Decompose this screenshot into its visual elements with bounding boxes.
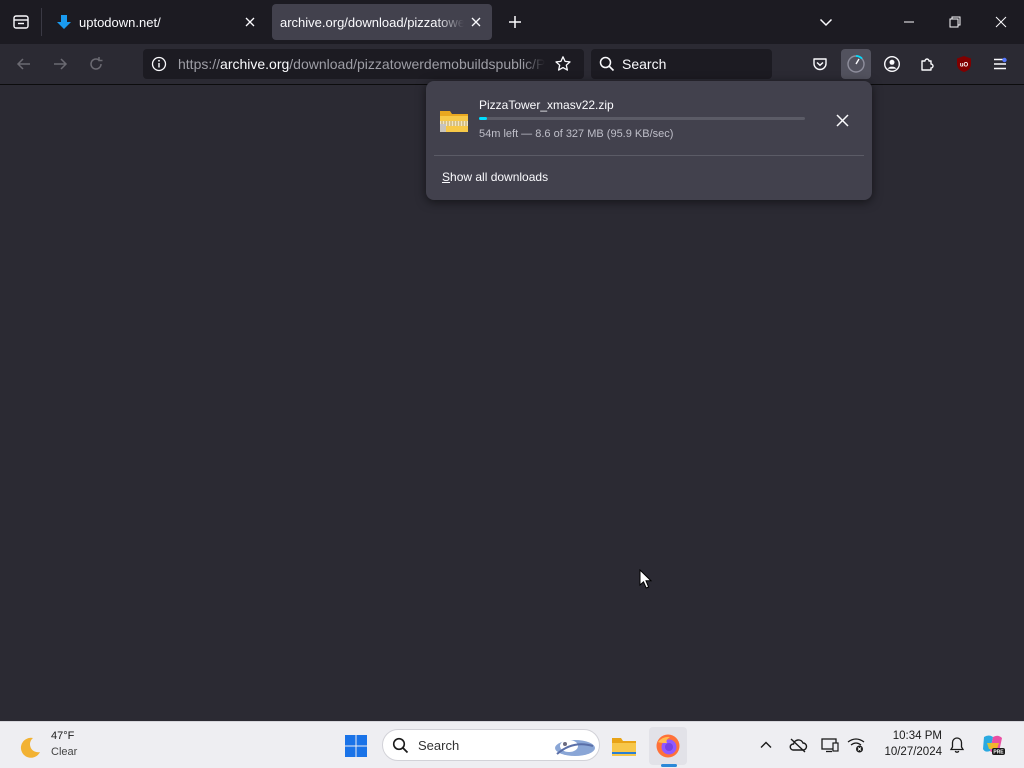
weather-widget[interactable]: 47°F Clear [18,729,108,763]
restore-icon [949,16,961,28]
clock[interactable]: 10:34 PM 10/27/2024 [872,728,942,760]
search-icon [392,737,409,754]
notifications-button[interactable] [946,734,968,756]
search-bar[interactable]: Search [591,49,772,79]
download-filename: PizzaTower_xmasv22.zip [479,98,614,112]
uptodown-favicon [56,14,72,30]
url-path: /download/pizzatowerdemobuildspublic/Piz… [289,56,545,72]
weather-temperature: 47°F [51,730,75,742]
close-window-button[interactable] [978,0,1024,44]
tab-title: uptodown.net/ [79,14,161,30]
restore-button[interactable] [932,0,978,44]
firefox-taskbar-button[interactable] [649,727,687,765]
bell-icon [949,737,965,753]
display-tray-icon[interactable] [819,734,841,756]
moon-icon [20,737,40,758]
back-button[interactable] [9,49,39,79]
svg-text:PRE: PRE [993,750,1004,756]
minimize-icon [904,21,914,23]
navigation-toolbar: https://archive.org/download/pizzatowerd… [0,44,1024,85]
downloads-button[interactable] [841,49,871,79]
pocket-icon [813,58,827,71]
tab-close-icon[interactable] [464,10,488,34]
download-progress-bar [479,117,805,120]
zip-folder-icon [440,111,468,132]
access-key-letter: S [442,170,451,184]
tab-close-icon[interactable] [238,10,262,34]
cloud-off-icon [789,738,808,753]
panel-divider [434,155,864,156]
new-tab-button[interactable] [502,8,528,36]
firefox-icon [656,734,680,758]
reload-icon [90,57,103,70]
url-domain: archive.org [220,56,290,72]
clock-date: 10/27/2024 [884,746,942,758]
clock-time: 10:34 PM [892,730,942,742]
cancel-download-button[interactable] [830,108,854,132]
windows-taskbar: 47°F Clear Search 10:34 PM 10/27/2024 PR… [0,721,1024,768]
network-disconnected-icon [847,738,865,753]
firefox-view-icon [13,15,29,29]
download-progress-fill [479,117,488,120]
back-arrow-icon [16,58,30,70]
copilot-icon: PRE [983,735,1005,756]
copilot-button[interactable]: PRE [979,734,1007,756]
firefox-view-button[interactable] [0,0,42,44]
close-icon [995,16,1007,28]
tab-uptodown[interactable]: uptodown.net/ [48,4,266,40]
ublock-shield-icon: uO [957,56,971,72]
downloads-panel: PizzaTower_xmasv22.zip 54m left — 8.6 of… [426,81,872,200]
search-highlight-illustration [555,740,595,756]
account-button[interactable] [877,49,907,79]
puzzle-icon [921,58,934,71]
bookmark-star-icon[interactable] [554,55,572,73]
taskbar-search-label: Search [418,738,460,753]
network-tray-icon[interactable] [845,734,867,756]
download-item[interactable]: PizzaTower_xmasv22.zip 54m left — 8.6 of… [434,89,864,151]
url-text[interactable]: https://archive.org/download/pizzatowerd… [178,56,545,72]
search-placeholder: Search [622,56,667,72]
extensions-button[interactable] [913,49,943,79]
account-icon [883,55,901,73]
download-status: 54m left — 8.6 of 327 MB (95.9 KB/sec) [479,128,674,140]
ublock-origin-button[interactable]: uO [949,49,979,79]
hamburger-menu-icon [994,57,1007,70]
onedrive-tray-icon[interactable] [787,734,809,756]
tab-archive[interactable]: archive.org/download/pizzatowerdemobuild… [272,4,492,40]
close-icon [835,113,849,127]
plus-icon [509,16,521,28]
weather-condition: Clear [51,746,78,758]
taskbar-search[interactable]: Search [382,729,600,761]
search-icon [599,56,615,72]
file-explorer-taskbar-button[interactable] [605,727,643,765]
chevron-down-icon [819,18,833,27]
forward-arrow-icon [54,58,68,70]
start-button[interactable] [337,727,375,765]
running-app-indicator [661,764,677,767]
mouse-cursor [639,569,653,589]
reload-button[interactable] [81,49,111,79]
download-progress-icon [847,55,865,73]
svg-text:uO: uO [960,63,969,69]
pocket-button[interactable] [805,49,835,79]
show-all-downloads-button[interactable]: Show all downloads [442,170,548,184]
site-info-icon[interactable] [151,56,167,72]
show-hidden-icons-button[interactable] [755,734,777,756]
forward-button[interactable] [45,49,75,79]
chevron-up-icon [760,741,772,748]
menu-button[interactable] [985,49,1015,79]
monitor-icon [821,738,839,753]
folder-icon [612,738,636,756]
tab-title: archive.org/download/pizzatowerdemobuild… [280,14,464,30]
minimize-button[interactable] [886,0,932,44]
tab-strip: uptodown.net/ archive.org/download/pizza… [0,0,1024,44]
url-scheme: https:// [178,56,221,72]
windows-logo-icon [345,735,367,757]
list-all-tabs-button[interactable] [812,8,840,36]
show-all-label: how all downloads [450,170,549,184]
url-bar[interactable]: https://archive.org/download/pizzatowerd… [143,49,584,79]
